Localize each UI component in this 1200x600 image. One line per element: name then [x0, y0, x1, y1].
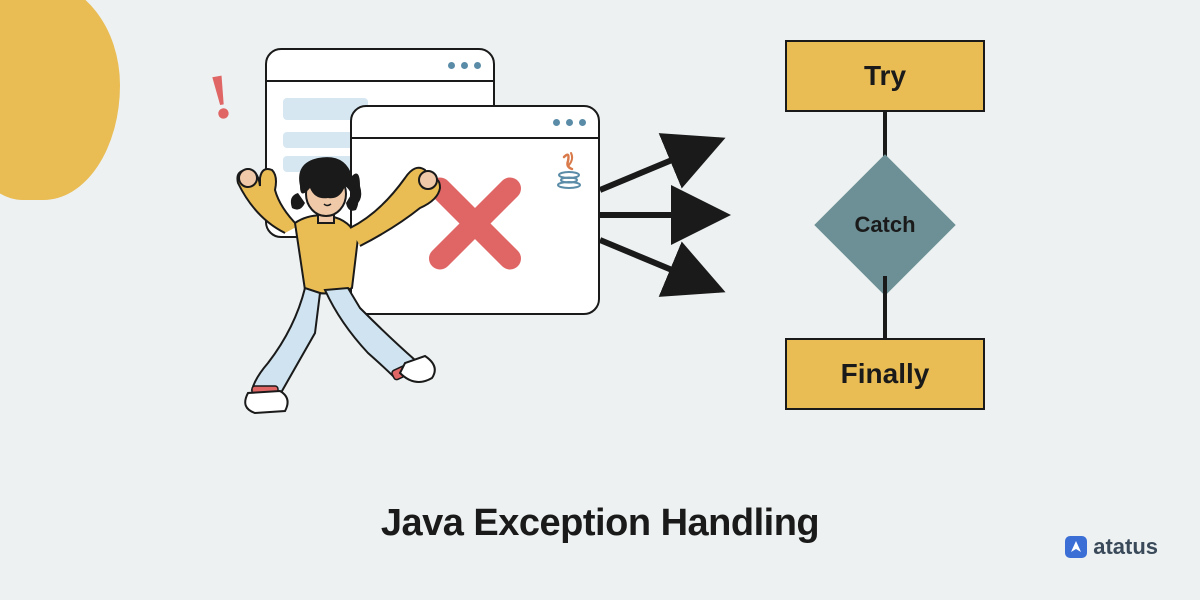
brand-text: atatus	[1093, 534, 1158, 560]
flowchart: Try Catch Finally	[770, 40, 1000, 410]
flowchart-finally-box: Finally	[785, 338, 985, 410]
window-dot-icon	[553, 119, 560, 126]
java-logo-icon	[554, 149, 584, 189]
window-dot-icon	[474, 62, 481, 69]
try-label: Try	[864, 60, 906, 92]
flowchart-try-box: Try	[785, 40, 985, 112]
window-dot-icon	[448, 62, 455, 69]
flowchart-connector	[883, 276, 887, 338]
window-dot-icon	[461, 62, 468, 69]
brand-logo-icon	[1065, 536, 1087, 558]
page-title: Java Exception Handling	[0, 502, 1200, 545]
catch-label: Catch	[835, 175, 935, 275]
brand-logo: atatus	[1065, 534, 1158, 560]
window-dot-icon	[566, 119, 573, 126]
person-illustration	[200, 108, 480, 418]
illustration-group: !	[170, 40, 600, 420]
decorative-blob	[0, 0, 120, 200]
arrows-group	[590, 130, 750, 300]
window-dot-icon	[579, 119, 586, 126]
window-titlebar	[267, 50, 493, 82]
finally-label: Finally	[841, 358, 930, 390]
